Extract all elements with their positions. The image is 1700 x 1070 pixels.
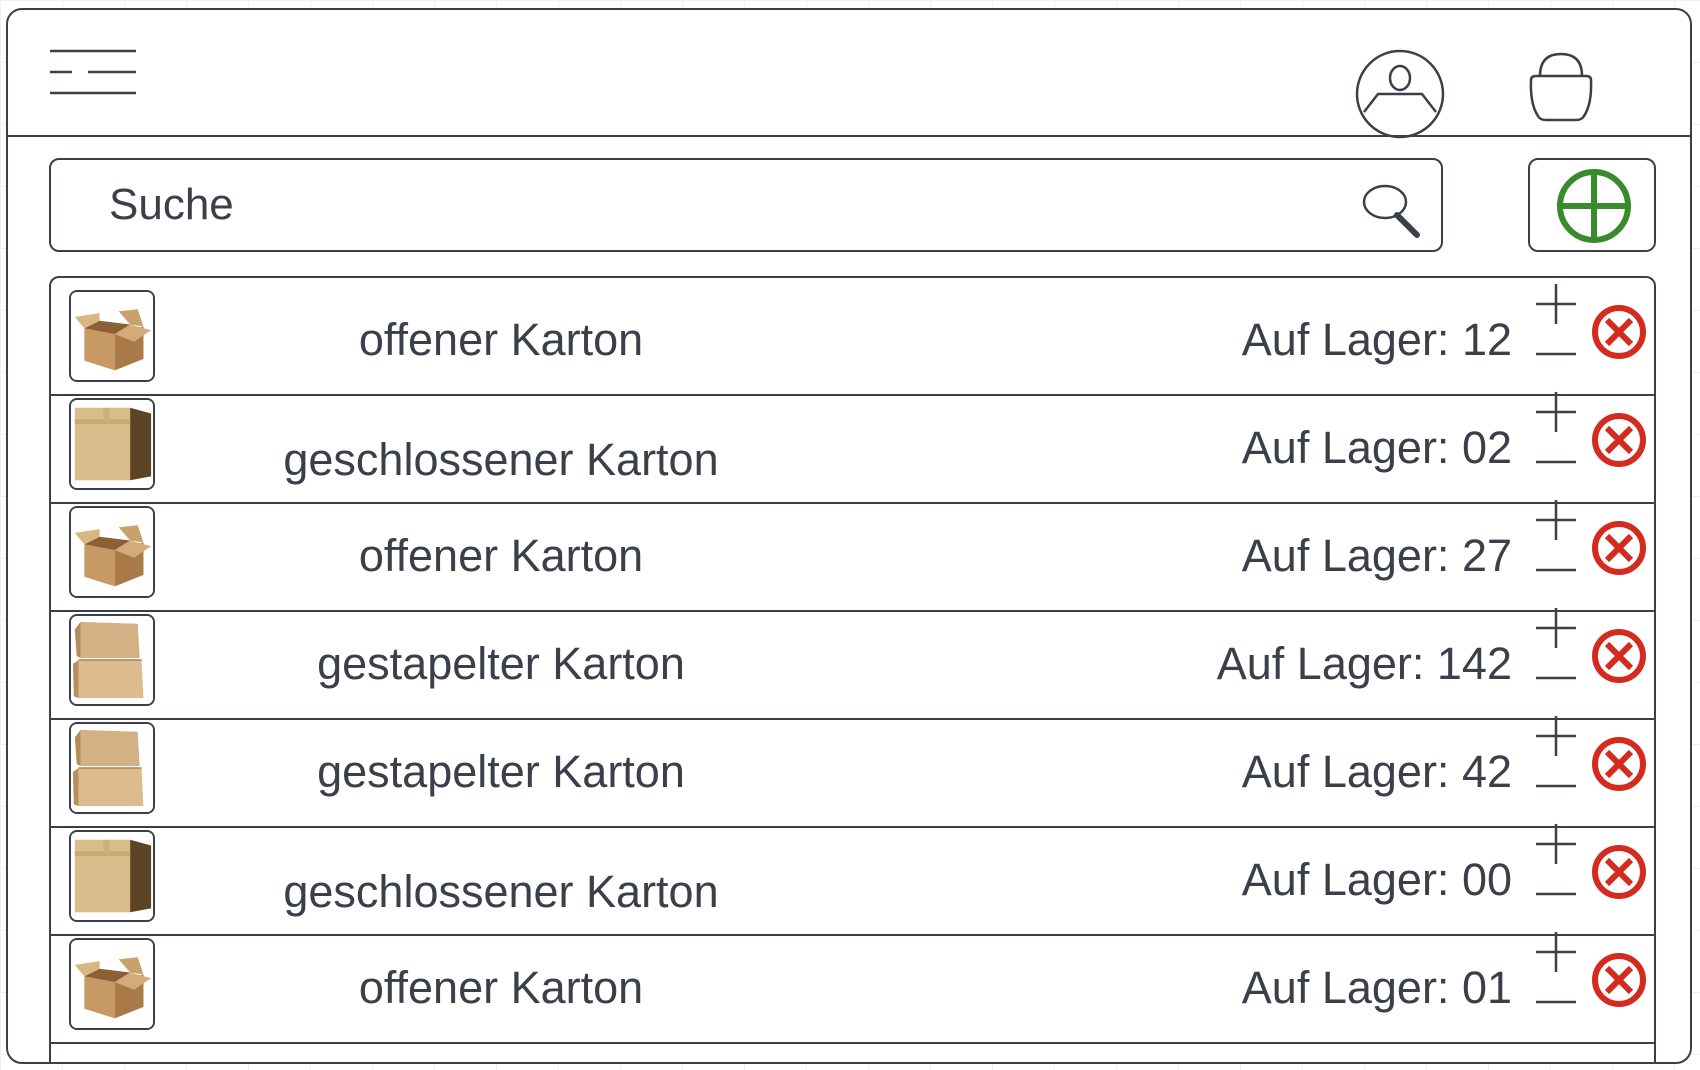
stock-label: Auf Lager: 12 [1241, 314, 1512, 365]
product-name: offener Karton [358, 314, 644, 365]
delete-icon[interactable] [1591, 628, 1647, 684]
delete-icon[interactable] [1591, 412, 1647, 468]
stock-label: Auf Lager: 142 [1216, 638, 1512, 689]
plus-icon[interactable] [1534, 928, 1578, 976]
stock-label: Auf Lager: 27 [1241, 530, 1512, 581]
delete-icon[interactable] [1591, 520, 1647, 576]
plus-icon[interactable] [1534, 496, 1578, 544]
product-row: geschlossener Karton Auf Lager: 02 [51, 386, 1654, 504]
product-list: offener Karton Auf Lager: 12 geschlossen… [49, 276, 1656, 1062]
plus-icon[interactable] [1534, 820, 1578, 868]
stock-label: Auf Lager: 42 [1241, 746, 1512, 797]
product-name: offener Karton [358, 962, 644, 1013]
product-name: geschlossener Karton [283, 866, 719, 917]
product-name: offener Karton [358, 530, 644, 581]
product-row: offener Karton Auf Lager: 27 [51, 494, 1654, 612]
stock-label: Auf Lager: 01 [1241, 962, 1512, 1013]
minus-icon[interactable] [1534, 560, 1578, 580]
plus-icon[interactable] [1534, 280, 1578, 328]
menu-icon[interactable] [48, 48, 138, 98]
product-row: offener Karton Auf Lager: 01 [51, 926, 1654, 1044]
delete-icon[interactable] [1591, 304, 1647, 360]
minus-icon[interactable] [1534, 884, 1578, 904]
stock-label: Auf Lager: 00 [1241, 854, 1512, 905]
open-box-image [69, 506, 155, 598]
open-box-image [69, 938, 155, 1030]
delete-icon[interactable] [1591, 952, 1647, 1008]
product-name: geschlossener Karton [283, 434, 719, 485]
product-row: gestapelter Karton Auf Lager: 42 [51, 710, 1654, 828]
delete-icon[interactable] [1591, 736, 1647, 792]
product-row: geschlossener Karton Auf Lager: 00 [51, 818, 1654, 936]
profile-icon[interactable] [1354, 48, 1446, 140]
app-window: offener Karton Auf Lager: 12 geschlossen… [6, 8, 1692, 1064]
closed-box-image [69, 830, 155, 922]
minus-icon[interactable] [1534, 344, 1578, 364]
plus-icon[interactable] [1534, 712, 1578, 760]
delete-icon[interactable] [1591, 844, 1647, 900]
shopping-basket-icon[interactable] [1526, 48, 1596, 126]
stacked-boxes-image [69, 722, 155, 814]
closed-box-image [69, 398, 155, 490]
minus-icon[interactable] [1534, 668, 1578, 688]
plus-icon[interactable] [1534, 604, 1578, 652]
minus-icon[interactable] [1534, 776, 1578, 796]
stock-label: Auf Lager: 02 [1241, 422, 1512, 473]
stacked-boxes-image [69, 614, 155, 706]
top-bar [8, 10, 1690, 140]
minus-icon[interactable] [1534, 452, 1578, 472]
product-name: gestapelter Karton [317, 746, 685, 797]
product-row: offener Karton Auf Lager: 12 [51, 278, 1654, 396]
search-field [49, 158, 1443, 252]
add-product-button[interactable] [1528, 158, 1656, 252]
open-box-image [69, 290, 155, 382]
product-row: gestapelter Karton Auf Lager: 142 [51, 602, 1654, 720]
minus-icon[interactable] [1534, 992, 1578, 1012]
search-icon[interactable] [1361, 182, 1423, 238]
product-name: gestapelter Karton [317, 638, 685, 689]
search-input[interactable] [107, 174, 1311, 236]
plus-icon[interactable] [1534, 388, 1578, 436]
